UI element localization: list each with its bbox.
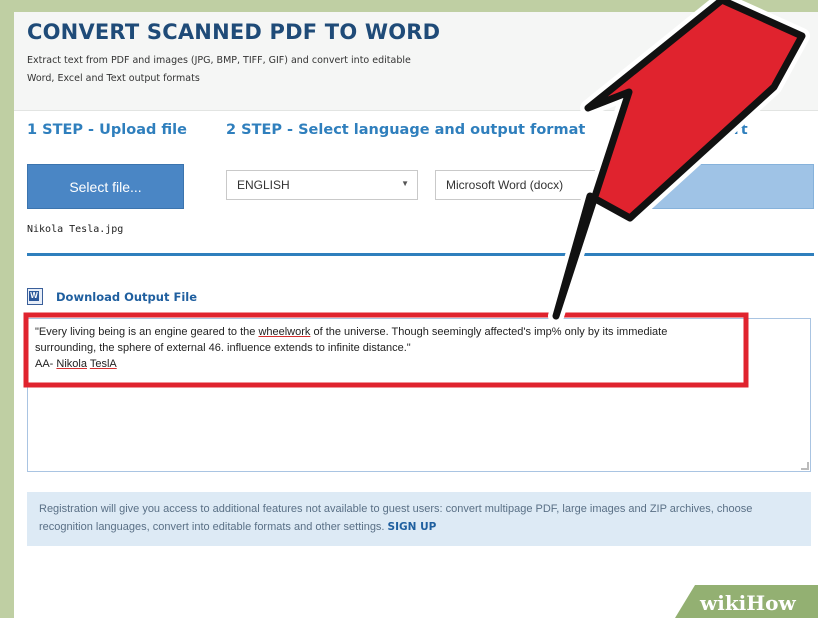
word-document-icon	[27, 288, 43, 305]
download-output-link[interactable]: Download Output File	[27, 288, 197, 305]
subtitle-line-2: Word, Excel and Text output formats	[27, 73, 200, 84]
page-subtitle: Extract text from PDF and images (JPG, B…	[27, 52, 487, 88]
spell-flag-wheelwork: wheelwork	[258, 326, 311, 338]
step-convert-heading: onvert	[694, 122, 748, 138]
spell-flag-nikola: Nikola	[56, 358, 87, 370]
language-select[interactable]: ENGLISH ▼	[226, 170, 418, 200]
registration-info-box: Registration will give you access to add…	[27, 492, 811, 546]
converter-page: CONVERT SCANNED PDF TO WORD Extract text…	[14, 12, 818, 618]
wiki-text: wiki	[700, 591, 747, 615]
output-line-2: surrounding, the sphere of external 46. …	[35, 342, 411, 354]
resize-grip-icon[interactable]	[801, 462, 809, 470]
section-divider	[27, 253, 814, 256]
format-value: Microsoft Word (docx)	[446, 178, 564, 192]
step-language-heading: 2 STEP - Select language and output form…	[226, 122, 586, 138]
output-line-3-prefix: AA-	[35, 358, 57, 370]
sign-up-link[interactable]: SIGN UP	[388, 521, 437, 533]
page-title: CONVERT SCANNED PDF TO WORD	[27, 20, 441, 44]
dropdown-arrow-icon: ▼	[401, 179, 409, 188]
uploaded-filename: Nikola Tesla.jpg	[27, 224, 124, 235]
convert-button[interactable]	[624, 164, 814, 209]
wikihow-logo: wikiHow	[700, 591, 796, 615]
output-text: "Every living being is an engine geared …	[35, 324, 795, 372]
select-file-button[interactable]: Select file...	[27, 164, 184, 209]
output-format-select[interactable]: Microsoft Word (docx)	[435, 170, 625, 200]
subtitle-line-1: Extract text from PDF and images (JPG, B…	[27, 55, 411, 66]
output-line-1-end: of the universe. Though seemingly affect…	[310, 326, 668, 338]
spell-flag-tesla: TeslA	[89, 358, 117, 370]
download-label: Download Output File	[56, 289, 198, 304]
output-line-1-start: "Every living being is an engine geared …	[35, 326, 259, 338]
step-upload-heading: 1 STEP - Upload file	[27, 122, 187, 138]
how-text: How	[746, 591, 796, 615]
output-line-1: "Every living being is an engine geared …	[35, 324, 795, 340]
language-value: ENGLISH	[237, 178, 290, 192]
output-line-3: AA- Nikola TeslA	[35, 356, 795, 372]
page-header: CONVERT SCANNED PDF TO WORD Extract text…	[14, 12, 818, 111]
output-text-area[interactable]: "Every living being is an engine geared …	[27, 318, 811, 472]
